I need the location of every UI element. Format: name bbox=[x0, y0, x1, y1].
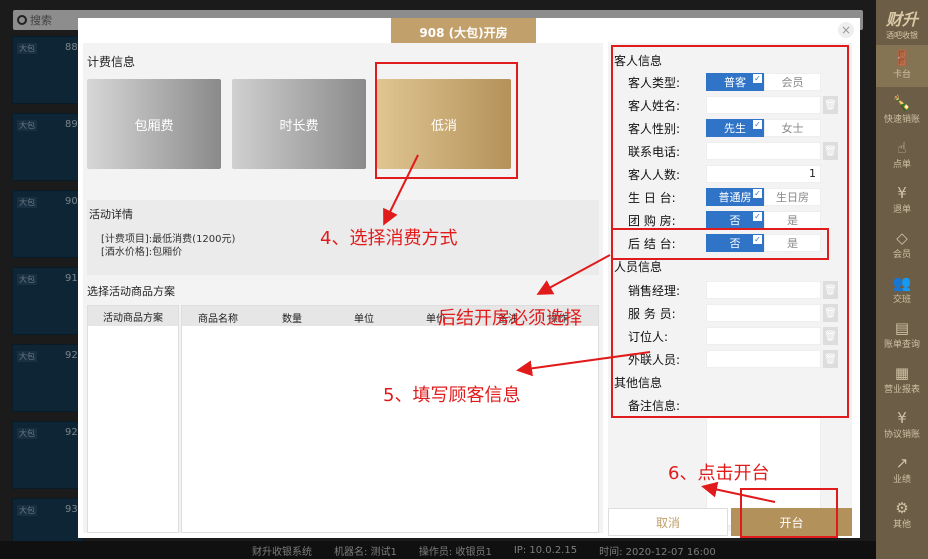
arrow-postpay bbox=[536, 254, 611, 295]
arrow-step6 bbox=[701, 481, 776, 503]
annotation-step6: 6、点击开台 bbox=[668, 463, 770, 484]
arrow-step4 bbox=[383, 154, 419, 226]
annotation-postpay: 后结开房必须选择 bbox=[438, 308, 582, 329]
annotation-arrows bbox=[383, 154, 776, 503]
arrow-step5 bbox=[516, 351, 651, 377]
annotation-step5: 5、填写顾客信息 bbox=[383, 385, 521, 406]
annotation-step4: 4、选择消费方式 bbox=[320, 228, 458, 249]
